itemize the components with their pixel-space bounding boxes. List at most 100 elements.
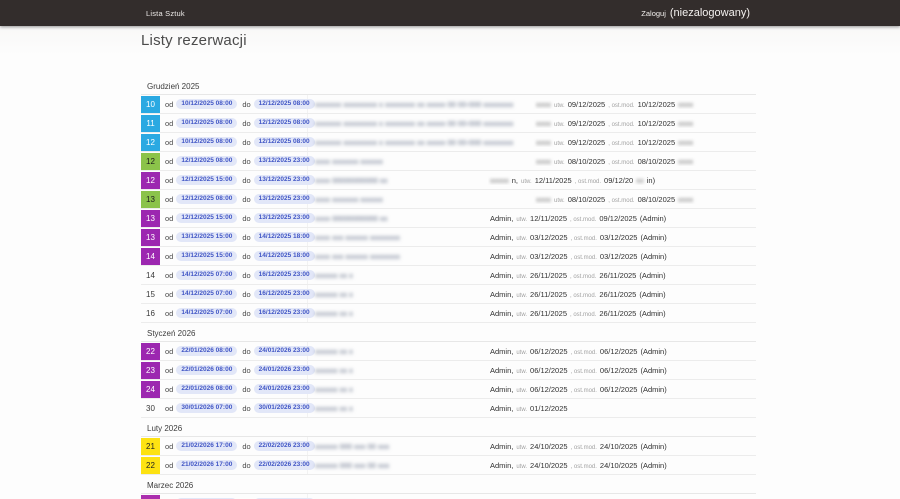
meta-label: , ost.mod.	[570, 293, 596, 299]
app-title-link[interactable]: Lista Sztuk	[146, 9, 185, 18]
row-meta-cell: Admin,utw.01/12/2025	[488, 404, 756, 413]
app-bar: Lista Sztuk Zaloguj (niezalogowany)	[0, 0, 900, 26]
meta-label: utw.	[516, 388, 527, 394]
row-meta-cell: Admin,utw.26/11/2025, ost.mod.26/11/2025…	[488, 271, 756, 280]
month-group-title: Styczeń 2026	[141, 323, 756, 342]
meta-redacted: xxxx	[678, 119, 693, 128]
row-meta-cell: Admin,utw.26/11/2025, ost.mod.26/11/2025…	[488, 290, 756, 299]
reservation-row[interactable]: 12od10/12/2025 08:00do12/12/2025 08:00xx…	[141, 133, 756, 152]
reservation-row[interactable]: 13od12/12/2025 08:00do13/12/2025 23:00 xx…	[141, 190, 756, 209]
meta-text: (Admin)	[639, 309, 665, 318]
meta-text: 26/11/2025	[599, 290, 636, 299]
row-dates-cell: 13od12/12/2025 08:00do13/12/2025 23:00	[141, 190, 308, 208]
from-label: od	[165, 271, 173, 280]
reservation-name-cell: xxxx 00000000000 xx	[308, 214, 488, 223]
reservation-name-redacted: xxxxxx xx x	[315, 385, 353, 394]
reservation-row[interactable]: 30od30/01/2026 07:00do30/01/2026 23:00xx…	[141, 399, 756, 418]
reservation-row[interactable]: 24od22/01/2026 08:00do24/01/2026 23:00xx…	[141, 380, 756, 399]
meta-label: utw.	[516, 464, 527, 470]
to-label: do	[242, 252, 250, 261]
reservation-name-redacted: xxxx xxxxxxx xxxxxx	[315, 195, 383, 204]
month-group: Grudzień 202510od10/12/2025 08:00do12/12…	[141, 76, 756, 323]
to-label: do	[242, 176, 250, 185]
meta-text: Admin,	[490, 366, 513, 375]
reservation-row[interactable]: 13od12/12/2025 15:00do13/12/2025 23:00xx…	[141, 209, 756, 228]
to-date-pill: 22/02/2026 23:00	[254, 441, 315, 452]
meta-text: 24/10/2025	[600, 442, 638, 451]
row-dates-cell: 22od22/01/2026 08:00do24/01/2026 23:00	[141, 342, 308, 360]
reservation-list: Grudzień 202510od10/12/2025 08:00do12/12…	[141, 76, 756, 499]
reservation-row[interactable]: 14od13/12/2025 15:00do14/12/2025 18:00xx…	[141, 247, 756, 266]
row-dates-cell: 30od30/01/2026 07:00do30/01/2026 23:00	[141, 399, 308, 417]
reservation-row[interactable]: 15od14/12/2025 07:00do16/12/2025 23:00xx…	[141, 285, 756, 304]
reservation-name-redacted: xxxxxx xx x	[315, 404, 353, 413]
row-meta-cell: Admin,utw.26/11/2025, ost.mod.26/11/2025…	[488, 309, 756, 318]
row-meta-cell: Admin,utw.06/12/2025, ost.mod.06/12/2025…	[488, 366, 756, 375]
meta-redacted: xxxx	[678, 195, 693, 204]
reservation-row[interactable]: 10od10/12/2025 08:00do12/12/2025 08:00xx…	[141, 95, 756, 114]
reservation-name-redacted: xxxxxx xx x	[315, 309, 353, 318]
reservation-row[interactable]: 13od13/12/2025 15:00do14/12/2025 18:00xx…	[141, 228, 756, 247]
to-date-pill: 12/12/2025 08:00	[254, 118, 315, 129]
from-label: od	[165, 214, 173, 223]
from-label: od	[165, 138, 173, 147]
meta-text: (Admin)	[640, 214, 666, 223]
meta-label: , ost.mod.	[608, 122, 634, 128]
reservation-row[interactable]: 21od21/02/2026 17:00do22/02/2026 23:00xx…	[141, 437, 756, 456]
reservation-row[interactable]: 22od22/01/2026 08:00do24/01/2026 23:00xx…	[141, 342, 756, 361]
reservation-row[interactable]: 12od12/12/2025 08:00do13/12/2025 23:00xx…	[141, 152, 756, 171]
reservation-row[interactable]: 14od14/12/2025 07:00do16/12/2025 23:00xx…	[141, 266, 756, 285]
row-meta-cell: Admin,utw.06/12/2025, ost.mod.06/12/2025…	[488, 347, 756, 356]
meta-text: Admin,	[490, 385, 513, 394]
reservation-row[interactable]: 12od12/12/2025 15:00do13/12/2025 23:00xx…	[141, 171, 756, 190]
to-date-pill: 12/12/2025 08:00	[254, 137, 315, 148]
row-dates-cell: 11od10/12/2025 08:00do12/12/2025 08:00	[141, 114, 308, 132]
row-number-badge: 12	[141, 134, 160, 151]
meta-redacted: xxxxx	[490, 176, 509, 185]
to-label: do	[242, 442, 250, 451]
reservation-row[interactable]: 02od02/03/2026 10:00do02/03/2026 15:00xx…	[141, 494, 756, 499]
reservation-name-cell: xxxxxx xx x	[308, 271, 488, 280]
meta-label: utw.	[554, 103, 565, 109]
meta-text: 26/11/2025	[599, 271, 636, 280]
from-label: od	[165, 309, 173, 318]
meta-label: utw.	[516, 445, 527, 451]
to-label: do	[242, 157, 250, 166]
month-group: Marzec 202602od02/03/2026 10:00do02/03/2…	[141, 475, 756, 499]
reservation-row[interactable]: 23od22/01/2026 08:00do24/01/2026 23:00xx…	[141, 361, 756, 380]
login-link[interactable]: Zaloguj (niezalogowany)	[641, 7, 750, 19]
to-label: do	[242, 366, 250, 375]
meta-label: , ost.mod.	[571, 445, 597, 451]
meta-label: , ost.mod.	[570, 274, 596, 280]
row-number-badge: 13	[141, 210, 160, 227]
meta-text: 06/12/2025	[600, 366, 638, 375]
reservation-name-cell: xxxx xxxxxxx xxxxxx	[308, 195, 488, 204]
meta-redacted: xxxx	[678, 157, 693, 166]
to-label: do	[242, 214, 250, 223]
meta-text: 06/12/2025	[600, 385, 638, 394]
reservation-row[interactable]: 11od10/12/2025 08:00do12/12/2025 08:00xx…	[141, 114, 756, 133]
meta-text: 03/12/2025	[530, 233, 568, 242]
from-date-pill: 14/12/2025 07:00	[176, 289, 237, 300]
from-date-pill: 22/01/2026 08:00	[176, 365, 237, 376]
meta-text: 09/12/2025	[568, 138, 606, 147]
from-label: od	[165, 404, 173, 413]
to-date-pill: 24/01/2026 23:00	[254, 346, 315, 357]
from-label: od	[165, 461, 173, 470]
meta-text: 26/11/2025	[530, 309, 567, 318]
row-dates-cell: 10od10/12/2025 08:00do12/12/2025 08:00	[141, 95, 308, 113]
reservation-row[interactable]: 22od21/02/2026 17:00do22/02/2026 23:00xx…	[141, 456, 756, 475]
from-label: od	[165, 442, 173, 451]
row-number-badge: 30	[141, 400, 160, 417]
row-meta-cell: Admin,utw.03/12/2025, ost.mod.03/12/2025…	[488, 233, 756, 242]
meta-text: 09/12/2025	[568, 119, 606, 128]
reservation-name-cell: xxxxxxx xxxxxxxxx x xxxxxxxx xx xxxxx 00…	[308, 138, 488, 147]
reservation-name-redacted: xxxxxxx xxxxxxxxx x xxxxxxxx xx xxxxx 00…	[315, 119, 513, 128]
reservation-row[interactable]: 16od14/12/2025 07:00do16/12/2025 23:00xx…	[141, 304, 756, 323]
reservation-name-cell: xxxxxxx xxxxxxxxx x xxxxxxxx xx xxxxx 00…	[308, 119, 488, 128]
reservation-name-redacted: xxxx xxx xxxxxx xxxxxxxx	[315, 233, 400, 242]
meta-label: utw.	[554, 122, 565, 128]
meta-text: (Admin)	[640, 233, 666, 242]
meta-label: , ost.mod.	[608, 198, 634, 204]
month-group: Styczeń 202622od22/01/2026 08:00do24/01/…	[141, 323, 756, 418]
